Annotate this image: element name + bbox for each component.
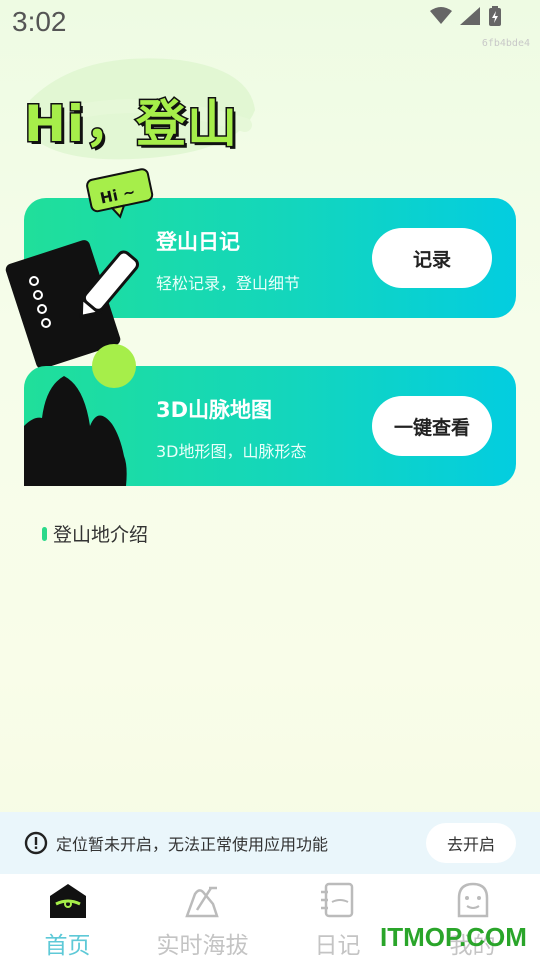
home-icon (49, 884, 86, 918)
tab-home[interactable]: 首页 (0, 874, 135, 960)
watermark: ITMOP.COM (380, 922, 527, 952)
signal-icon (460, 7, 480, 25)
diary-notebook-icon (5, 168, 154, 369)
mountain-map-icon (24, 344, 136, 486)
diary-icon (320, 882, 353, 918)
enable-location-button[interactable]: 去开启 (426, 823, 516, 863)
diary-card-subtitle: 轻松记录，登山细节 (156, 274, 301, 293)
tab-home-label: 首页 (44, 933, 91, 959)
alert-icon (24, 831, 48, 855)
diary-card[interactable]: Hi ~ 登山日记 轻松记录，登山细节 记录 (5, 168, 516, 369)
tab-altitude-label: 实时海拔 (156, 933, 249, 959)
wifi-icon (430, 7, 452, 24)
tab-diary-label: 日记 (314, 933, 361, 959)
diary-card-title: 登山日记 (156, 230, 240, 254)
profile-icon (457, 882, 488, 918)
map-card[interactable]: 3D山脉地图 3D地形图，山脉形态 一键查看 (24, 344, 516, 486)
altitude-icon (184, 886, 219, 918)
battery-icon (489, 6, 501, 26)
notice-text: 定位暂未开启，无法正常使用应用功能 (56, 835, 329, 854)
status-time: 3:02 (12, 6, 67, 37)
status-bar: 3:02 6fb4bde4 (0, 0, 540, 49)
map-card-subtitle: 3D地形图，山脉形态 (156, 442, 307, 461)
location-notice: 定位暂未开启，无法正常使用应用功能 去开启 (0, 812, 540, 874)
section-header: 登山地介绍 (42, 520, 148, 547)
section-title: 登山地介绍 (53, 524, 149, 546)
map-card-title: 3D山脉地图 (156, 398, 273, 422)
greeting-title: Hi，登山 (23, 94, 239, 155)
tab-altitude[interactable]: 实时海拔 (135, 874, 270, 960)
record-button[interactable]: 记录 (372, 228, 492, 288)
view-map-button[interactable]: 一键查看 (372, 396, 492, 456)
section-accent-bar (42, 526, 47, 541)
build-code: 6fb4bde4 (481, 38, 530, 49)
